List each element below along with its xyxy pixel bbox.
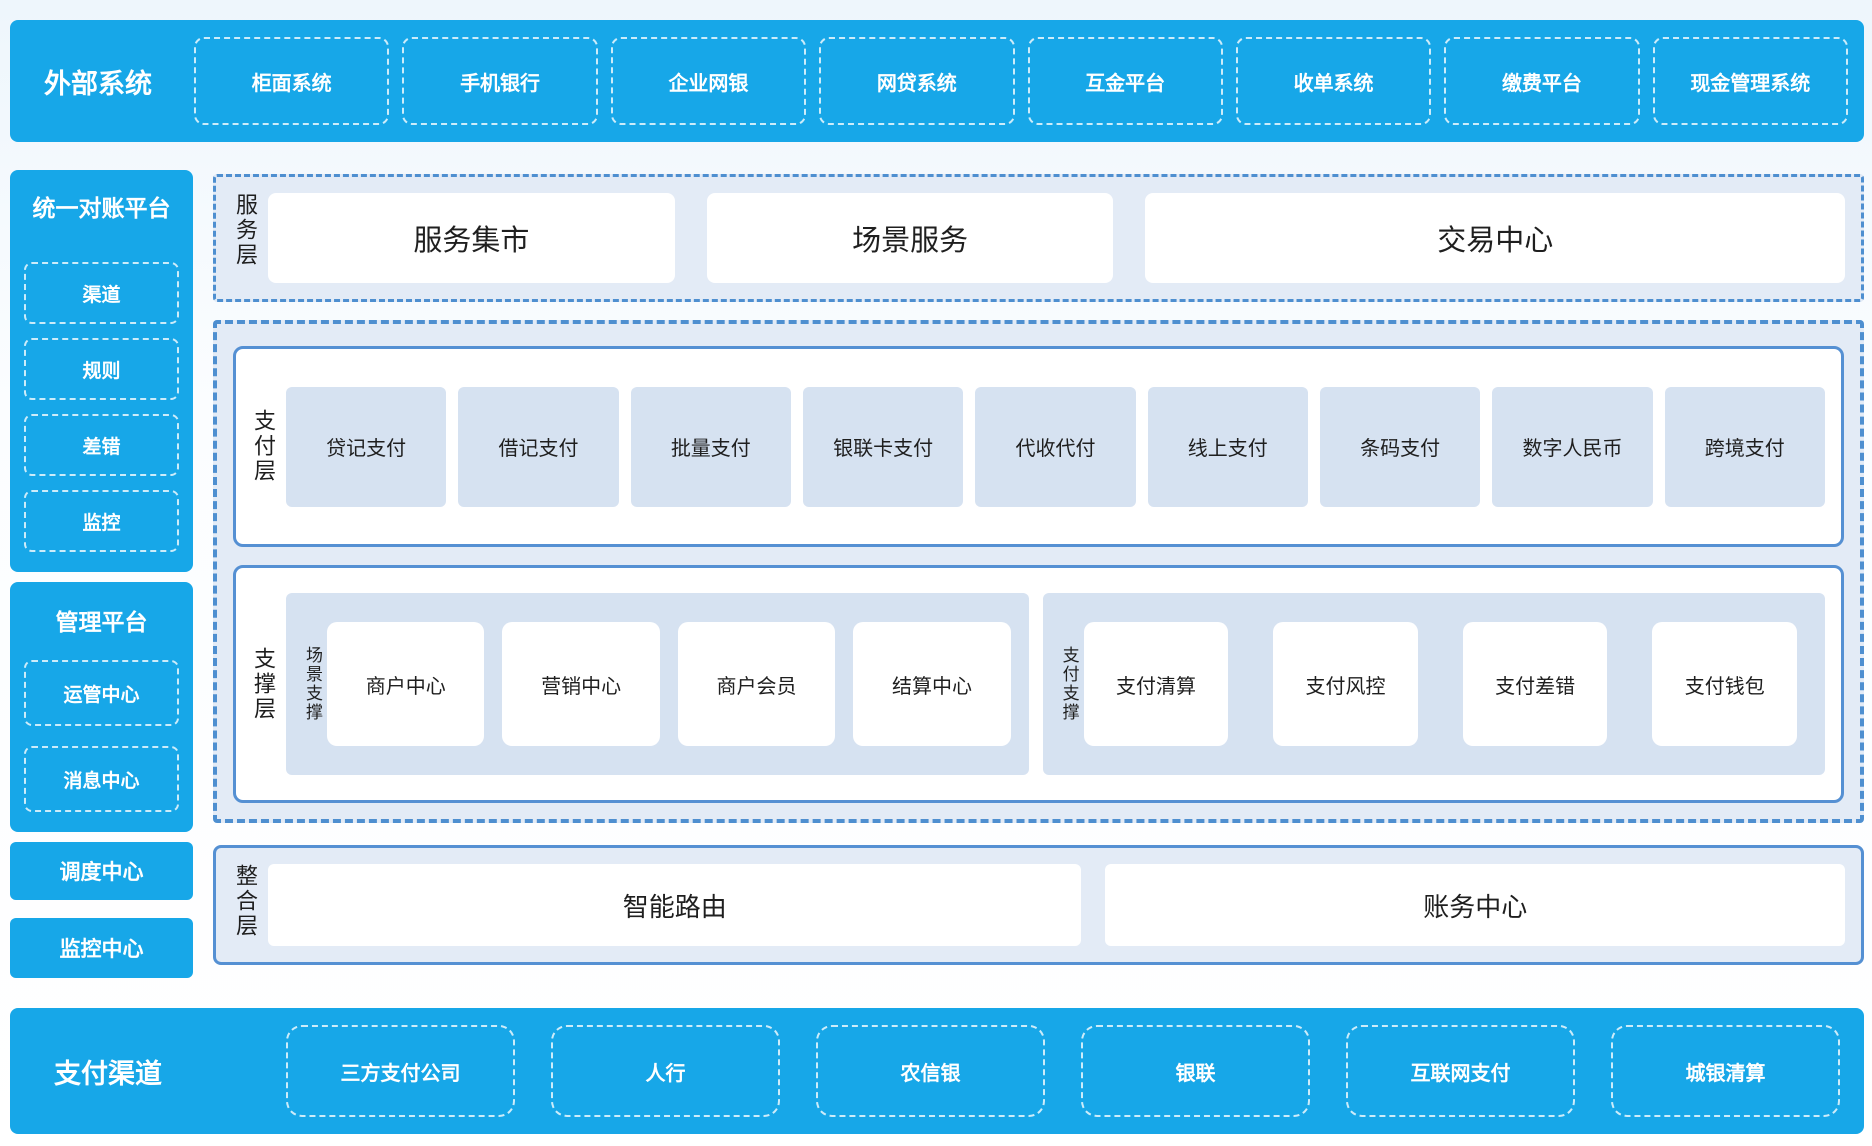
payment-support-item: 支付清算: [1084, 622, 1229, 746]
payment-support-dashed-panel: 支付层 贷记支付 借记支付 批量支付 银联卡支付 代收代付 线上支付 条码支付 …: [213, 320, 1864, 823]
layers-column: 服务层 服务集市 场景服务 交易中心 支付层 贷记支付 借记支付 批量支付 银联…: [213, 170, 1864, 978]
external-systems-items: 柜面系统 手机银行 企业网银 网贷系统 互金平台 收单系统 缴费平台 现金管理系…: [194, 37, 1848, 125]
monitor-center-block: 监控中心: [10, 918, 193, 978]
payment-item: 批量支付: [631, 387, 791, 507]
external-system-item: 手机银行: [402, 37, 597, 125]
reconciliation-item: 差错: [24, 414, 179, 476]
payment-layer-label: 支付层: [252, 409, 274, 484]
service-layer-label: 服务层: [234, 193, 256, 283]
payment-item: 条码支付: [1320, 387, 1480, 507]
reconciliation-item: 渠道: [24, 262, 179, 324]
payment-channels-items: 三方支付公司 人行 农信银 银联 互联网支付 城银清算: [286, 1025, 1840, 1117]
integration-layer-items: 智能路由 账务中心: [268, 864, 1845, 946]
support-layer-box: 支撑层 场景支撑 商户中心 营销中心 商户会员 结算中心: [233, 565, 1844, 803]
reconciliation-item: 规则: [24, 338, 179, 400]
support-layer-groups: 场景支撑 商户中心 营销中心 商户会员 结算中心 支付支撑 支付清算: [286, 593, 1825, 775]
management-platform-panel: 管理平台 运管中心 消息中心: [10, 582, 193, 832]
integration-layer-label: 整合层: [234, 864, 256, 946]
payment-item: 数字人民币: [1492, 387, 1652, 507]
payment-channels-bar: 支付渠道 三方支付公司 人行 农信银 银联 互联网支付 城银清算: [10, 1008, 1864, 1134]
payment-support-item: 支付钱包: [1652, 622, 1797, 746]
payment-channels-title: 支付渠道: [54, 1052, 286, 1091]
integration-item: 智能路由: [268, 864, 1081, 946]
payment-channel-item: 银联: [1081, 1025, 1310, 1117]
scene-support-item: 营销中心: [502, 622, 659, 746]
payment-support-items: 支付清算 支付风控 支付差错 支付钱包: [1084, 622, 1797, 746]
management-items: 运管中心 消息中心: [24, 660, 179, 812]
payment-item: 跨境支付: [1665, 387, 1825, 507]
scene-support-item: 结算中心: [853, 622, 1010, 746]
external-system-item: 收单系统: [1236, 37, 1431, 125]
left-sidebar: 统一对账平台 渠道 规则 差错 监控 管理平台 运管中心 消息中心 调度中心 监…: [10, 170, 193, 978]
payment-item: 银联卡支付: [803, 387, 963, 507]
reconciliation-platform-panel: 统一对账平台 渠道 规则 差错 监控: [10, 170, 193, 572]
management-item: 消息中心: [24, 746, 179, 812]
external-system-item: 现金管理系统: [1653, 37, 1848, 125]
payment-item: 线上支付: [1148, 387, 1308, 507]
service-layer-panel: 服务层 服务集市 场景服务 交易中心: [213, 174, 1864, 302]
external-system-item: 柜面系统: [194, 37, 389, 125]
payment-item: 贷记支付: [286, 387, 446, 507]
service-item: 场景服务: [707, 193, 1114, 283]
payment-support-label: 支付支撑: [1061, 646, 1078, 722]
scene-support-group: 场景支撑 商户中心 营销中心 商户会员 结算中心: [286, 593, 1029, 775]
payment-architecture-diagram: 外部系统 柜面系统 手机银行 企业网银 网贷系统 互金平台 收单系统 缴费平台 …: [0, 0, 1872, 1146]
service-layer-items: 服务集市 场景服务 交易中心: [268, 193, 1845, 283]
external-systems-title: 外部系统: [44, 62, 194, 101]
management-item: 运管中心: [24, 660, 179, 726]
external-system-item: 互金平台: [1028, 37, 1223, 125]
support-layer-label: 支撑层: [252, 647, 274, 722]
reconciliation-items: 渠道 规则 差错 监控: [24, 262, 179, 552]
scene-support-label: 场景支撑: [304, 646, 321, 722]
payment-item: 代收代付: [975, 387, 1135, 507]
integration-item: 账务中心: [1105, 864, 1845, 946]
payment-support-group: 支付支撑 支付清算 支付风控 支付差错 支付钱包: [1043, 593, 1825, 775]
management-platform-title: 管理平台: [24, 600, 179, 644]
reconciliation-item: 监控: [24, 490, 179, 552]
payment-support-item: 支付风控: [1273, 622, 1418, 746]
payment-support-item: 支付差错: [1463, 622, 1608, 746]
dispatch-center-block: 调度中心: [10, 842, 193, 900]
reconciliation-platform-title: 统一对账平台: [24, 186, 179, 230]
payment-item: 借记支付: [458, 387, 618, 507]
payment-channel-item: 互联网支付: [1346, 1025, 1575, 1117]
external-system-item: 企业网银: [611, 37, 806, 125]
payment-layer-box: 支付层 贷记支付 借记支付 批量支付 银联卡支付 代收代付 线上支付 条码支付 …: [233, 346, 1844, 547]
service-item: 交易中心: [1145, 193, 1845, 283]
payment-layer-items: 贷记支付 借记支付 批量支付 银联卡支付 代收代付 线上支付 条码支付 数字人民…: [286, 387, 1825, 507]
payment-channel-item: 城银清算: [1611, 1025, 1840, 1117]
payment-channel-item: 农信银: [816, 1025, 1045, 1117]
scene-support-item: 商户会员: [678, 622, 835, 746]
scene-support-items: 商户中心 营销中心 商户会员 结算中心: [327, 622, 1011, 746]
service-item: 服务集市: [268, 193, 675, 283]
payment-channel-item: 人行: [551, 1025, 780, 1117]
external-system-item: 缴费平台: [1444, 37, 1639, 125]
middle-region: 统一对账平台 渠道 规则 差错 监控 管理平台 运管中心 消息中心 调度中心 监…: [10, 170, 1864, 978]
scene-support-item: 商户中心: [327, 622, 484, 746]
external-systems-bar: 外部系统 柜面系统 手机银行 企业网银 网贷系统 互金平台 收单系统 缴费平台 …: [10, 20, 1864, 142]
integration-layer-panel: 整合层 智能路由 账务中心: [213, 845, 1864, 965]
payment-channel-item: 三方支付公司: [286, 1025, 515, 1117]
external-system-item: 网贷系统: [819, 37, 1014, 125]
